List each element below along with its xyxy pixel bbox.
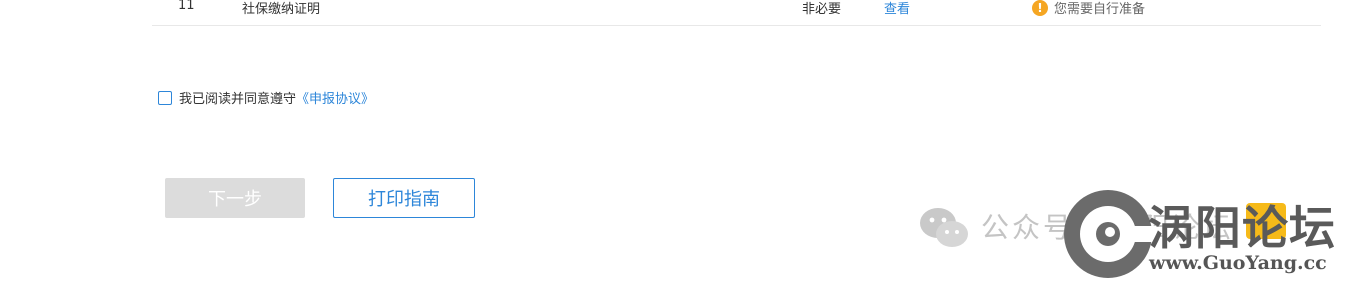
wechat-icon xyxy=(920,208,968,247)
row-status: ! 您需要自行准备 xyxy=(1032,0,1145,17)
warning-icon: ! xyxy=(1032,0,1048,16)
watermark-url: www.GuoYang.cc xyxy=(1149,252,1327,274)
row-material-name: 社保缴纳证明 xyxy=(242,2,321,17)
row-index: 11 xyxy=(178,0,195,13)
watermark-brand: 涡阳论坛 xyxy=(1148,201,1336,255)
row-required-flag: 非必要 xyxy=(802,2,842,17)
row-view-link[interactable]: 查看 xyxy=(884,0,910,17)
agreement-link[interactable]: 《申报协议》 xyxy=(296,88,374,107)
next-step-button[interactable]: 下一步 xyxy=(165,178,305,218)
agreement-text: 我已阅读并同意遵守 xyxy=(179,92,297,107)
row-status-text: 您需要自行准备 xyxy=(1054,2,1146,17)
print-guide-button[interactable]: 打印指南 xyxy=(333,178,475,218)
agreement-line: 我已阅读并同意遵守 《申报协议》 xyxy=(158,88,374,107)
agreement-checkbox[interactable] xyxy=(158,90,172,105)
brand-logo-icon xyxy=(1064,190,1156,278)
table-row: 11 社保缴纳证明 非必要 查看 ! 您需要自行准备 xyxy=(152,0,1321,26)
